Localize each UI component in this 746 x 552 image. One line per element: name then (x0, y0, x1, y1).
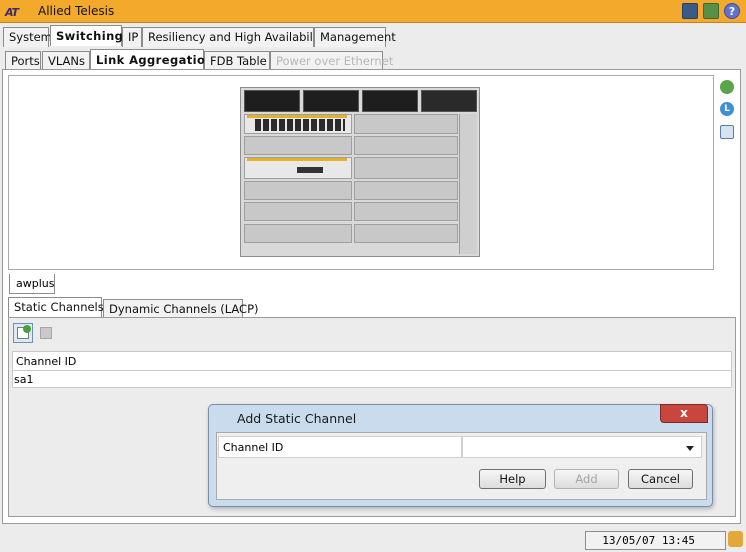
status-icon[interactable] (728, 531, 743, 547)
tab-dynamic-channels[interactable]: Dynamic Channels (LACP) (103, 299, 259, 318)
tab-resiliency[interactable]: Resiliency and High Availability (142, 27, 327, 47)
tab-system[interactable]: System (3, 27, 52, 47)
empty-slot[interactable] (354, 202, 458, 221)
tab-switching[interactable]: Switching (50, 25, 123, 46)
device-tab-awplus[interactable]: awplus (9, 274, 55, 294)
cancel-button[interactable]: Cancel (628, 469, 693, 489)
chevron-down-icon[interactable] (686, 446, 694, 451)
tab-static-channels[interactable]: Static Channels (8, 297, 104, 317)
line-card-slot[interactable] (244, 114, 352, 134)
tab-management[interactable]: Management (314, 27, 396, 47)
add-channel-button[interactable] (13, 323, 33, 343)
channel-id-select[interactable] (462, 436, 702, 458)
delete-channel-button[interactable] (38, 325, 56, 343)
table-row[interactable]: sa1 (12, 371, 732, 388)
channel-id-column-header[interactable]: Channel ID (12, 351, 732, 371)
empty-slot[interactable] (244, 136, 352, 155)
app-title: Allied Telesis (38, 4, 115, 18)
sub-tab-bar: Ports VLANs Link Aggregation FDB Table P… (5, 49, 741, 71)
channel-id-label: Channel ID (218, 436, 462, 458)
empty-slot[interactable] (354, 157, 458, 179)
controller-card-slot[interactable] (244, 157, 352, 179)
empty-slot[interactable] (354, 136, 458, 155)
chassis-side-panel (459, 114, 477, 254)
tab-ports[interactable]: Ports (5, 51, 41, 71)
export-icon[interactable] (720, 125, 734, 139)
tab-fdb-table[interactable]: FDB Table (204, 51, 270, 71)
chassis-image[interactable] (240, 87, 480, 257)
empty-slot[interactable] (354, 181, 458, 200)
save-icon[interactable] (682, 3, 698, 19)
allied-telesis-logo: AT (5, 6, 19, 19)
network-icon[interactable] (703, 3, 719, 19)
help-button[interactable]: Help (479, 469, 546, 489)
empty-slot[interactable] (244, 181, 352, 200)
dialog-title: Add Static Channel (237, 411, 357, 426)
refresh-icon[interactable] (720, 80, 734, 94)
fan-tray (244, 90, 300, 112)
power-supply (421, 90, 477, 112)
main-tab-bar: System Switching IP Resiliency and High … (3, 25, 743, 47)
help-icon[interactable]: ? (724, 3, 740, 19)
channel-tab-bar: Static Channels Dynamic Channels (LACP) (8, 297, 736, 318)
legend-icon[interactable]: L (720, 102, 734, 116)
tab-ip[interactable]: IP (122, 27, 142, 47)
fan-tray (303, 90, 359, 112)
add-button: Add (554, 469, 619, 489)
empty-slot[interactable] (354, 114, 458, 134)
tab-power-over-ethernet: Power over Ethernet (270, 51, 393, 71)
status-datetime: 13/05/07 13:45 (585, 531, 726, 550)
tab-vlans[interactable]: VLANs (42, 51, 90, 71)
fan-tray (362, 90, 418, 112)
empty-slot[interactable] (354, 224, 458, 243)
dialog-close-button[interactable]: x (660, 404, 708, 423)
empty-slot[interactable] (244, 224, 352, 243)
tab-link-aggregation[interactable]: Link Aggregation (90, 49, 213, 70)
empty-slot[interactable] (244, 202, 352, 221)
